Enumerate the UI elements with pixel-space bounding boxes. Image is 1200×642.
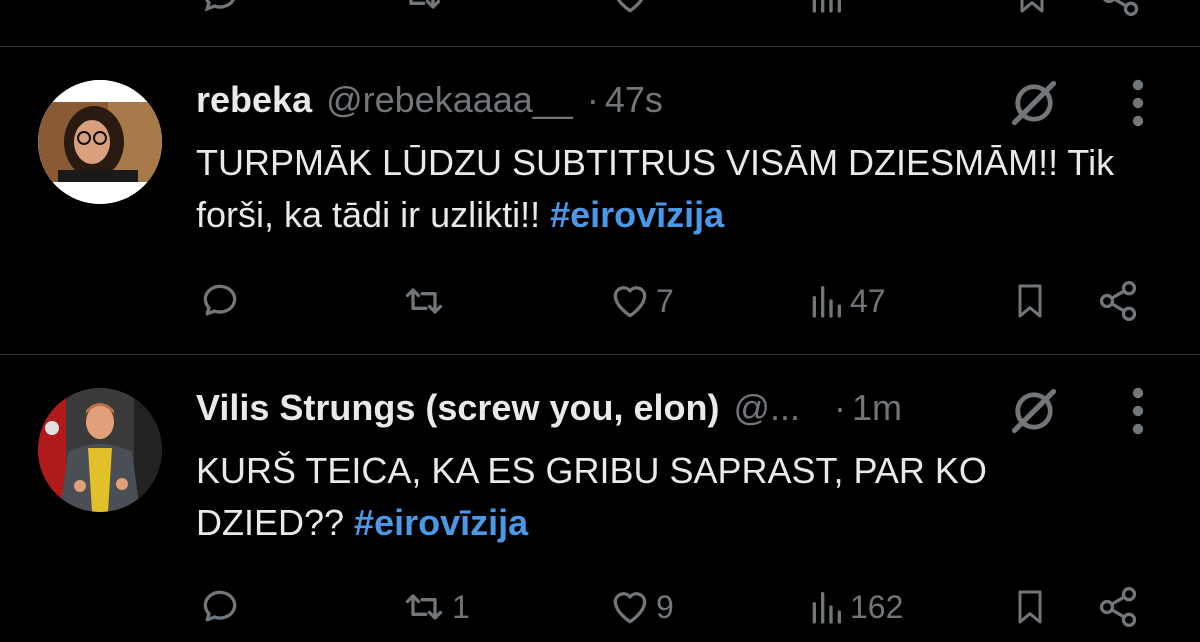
share-icon — [1103, 0, 1139, 16]
tweet-text-content: KURŠ TEICA, KA ES GRIBU SAPRAST, PAR KO … — [196, 450, 987, 543]
retweet-count: 1 — [452, 588, 470, 625]
tweet-rebeka[interactable]: rebeka @rebekaaaa__ · 47s TURPMĀK LŪDZU … — [0, 47, 1200, 355]
display-name[interactable]: rebeka — [196, 79, 312, 121]
bookmark-button[interactable] — [1012, 0, 1052, 24]
share-icon — [1099, 281, 1137, 321]
views-button[interactable]: 47 — [806, 273, 886, 329]
reply-button[interactable] — [198, 0, 242, 24]
separator-dot: · — [586, 79, 599, 120]
separator-dot: · — [834, 387, 847, 428]
bookmark-button[interactable] — [1010, 273, 1050, 329]
tweet-vilis[interactable]: Vilis Strungs (screw you, elon) @... · 1… — [0, 355, 1200, 642]
hashtag-link[interactable]: #eirovīzija — [550, 194, 724, 235]
reply-icon — [203, 284, 237, 316]
tweet-text: TURPMĀK LŪDZU SUBTITRUS VISĀM DZIESMĀM!!… — [196, 137, 1176, 241]
heart-icon — [613, 286, 647, 318]
timeline: rebeka @rebekaaaa__ · 47s TURPMĀK LŪDZU … — [0, 0, 1200, 642]
views-icon — [812, 592, 841, 624]
avatar[interactable] — [38, 388, 162, 512]
tweet-actions: 7 47 — [0, 273, 1200, 329]
bookmark-icon — [1018, 590, 1042, 624]
grok-icon[interactable] — [1008, 77, 1060, 129]
user-handle[interactable]: @... — [733, 387, 800, 429]
like-button[interactable]: 7 — [608, 273, 674, 329]
grok-icon[interactable] — [1008, 385, 1060, 437]
previous-tweet-actions — [0, 0, 1200, 16]
like-count: 7 — [656, 282, 674, 319]
retweet-icon — [409, 0, 441, 9]
user-handle[interactable]: @rebekaaaa__ — [326, 79, 573, 121]
reply-icon — [203, 590, 237, 622]
like-button[interactable] — [608, 0, 652, 24]
retweet-button[interactable] — [400, 273, 452, 329]
share-button[interactable] — [1096, 579, 1140, 635]
views-count: 162 — [850, 588, 904, 625]
bookmark-button[interactable] — [1010, 579, 1050, 635]
views-count: 47 — [850, 282, 886, 319]
like-count: 9 — [656, 588, 674, 625]
tweet-text: KURŠ TEICA, KA ES GRIBU SAPRAST, PAR KO … — [196, 445, 1096, 549]
tweet-actions: 1 9 162 — [0, 579, 1200, 635]
retweet-icon — [405, 594, 443, 620]
bookmark-icon — [1020, 0, 1044, 13]
tweet-header: Vilis Strungs (screw you, elon) @... · 1… — [196, 383, 902, 433]
timestamp[interactable]: 47s — [605, 79, 663, 121]
reply-button[interactable] — [198, 273, 246, 329]
heart-icon — [616, 0, 644, 13]
more-icon[interactable] — [1128, 77, 1148, 129]
heart-icon — [613, 592, 647, 624]
tweet-header: rebeka @rebekaaaa__ · 47s — [196, 75, 663, 125]
views-icon — [812, 286, 841, 318]
retweet-button[interactable]: 1 — [400, 579, 470, 635]
views-button[interactable] — [806, 0, 846, 24]
more-icon[interactable] — [1128, 385, 1148, 437]
retweet-button[interactable] — [400, 0, 444, 24]
share-icon — [1099, 587, 1137, 627]
reply-button[interactable] — [198, 579, 246, 635]
avatar-photo — [38, 388, 162, 512]
like-button[interactable]: 9 — [608, 579, 674, 635]
retweet-icon — [405, 288, 443, 314]
display-name[interactable]: Vilis Strungs (screw you, elon) — [196, 387, 719, 429]
share-button[interactable] — [1098, 0, 1142, 24]
views-button[interactable]: 162 — [806, 579, 903, 635]
hashtag-link[interactable]: #eirovīzija — [354, 502, 528, 543]
views-icon — [812, 0, 841, 13]
bookmark-icon — [1018, 284, 1042, 318]
avatar[interactable] — [38, 80, 162, 204]
reply-icon — [204, 0, 235, 12]
timestamp[interactable]: 1m — [852, 387, 902, 429]
avatar-photo — [38, 80, 162, 204]
share-button[interactable] — [1096, 273, 1140, 329]
